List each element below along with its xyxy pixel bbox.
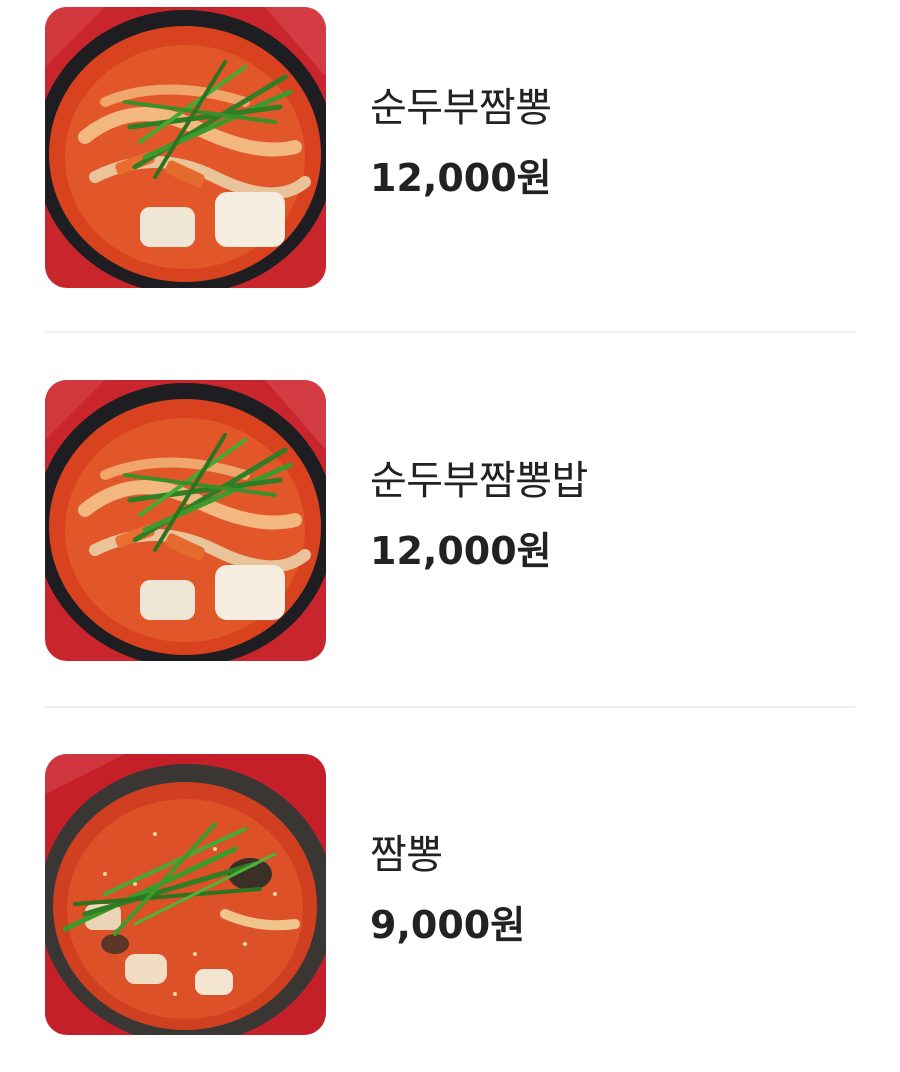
divider [45, 331, 855, 333]
item-name: 순두부짬뽕밥 [370, 457, 588, 504]
food-photo[interactable] [45, 380, 326, 661]
menu-item-jjamppong[interactable]: 짬뽕 9,000원 [0, 754, 900, 1036]
menu-item-info: 순두부짬뽕 12,000원 [370, 7, 552, 288]
item-name: 순두부짬뽕 [370, 84, 552, 131]
food-photo[interactable] [45, 7, 326, 288]
item-name: 짬뽕 [370, 831, 443, 878]
item-price: 9,000원 [370, 902, 526, 947]
menu-list: 순두부짬뽕 12,000원 순두부짬뽕밥 12,000원 짬뽕 9,000원 [0, 0, 900, 1072]
food-photo[interactable] [45, 754, 326, 1035]
menu-item-tofu-jjamppong-rice[interactable]: 순두부짬뽕밥 12,000원 [0, 380, 900, 662]
menu-item-info: 순두부짬뽕밥 12,000원 [370, 380, 588, 661]
menu-item-info: 짬뽕 9,000원 [370, 754, 525, 1035]
item-price: 12,000원 [370, 528, 552, 573]
menu-item-tofu-jjamppong[interactable]: 순두부짬뽕 12,000원 [0, 7, 900, 289]
divider [45, 706, 855, 708]
item-price: 12,000원 [370, 155, 552, 200]
